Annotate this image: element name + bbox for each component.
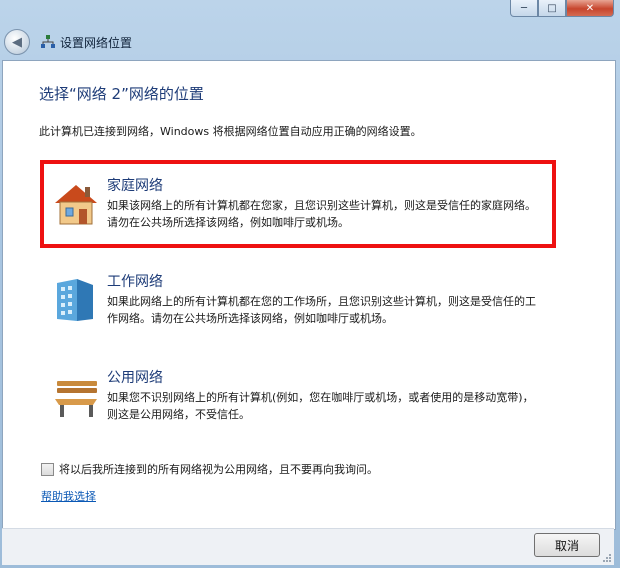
maximize-button[interactable]: □ <box>538 0 566 17</box>
option-home-network[interactable]: 家庭网络 如果该网络上的所有计算机都在您家，且您识别这些计算机，则这是受信任的家… <box>51 175 541 245</box>
back-button[interactable]: ◀ <box>4 29 30 55</box>
close-button[interactable]: ✕ <box>566 0 614 17</box>
option-title: 家庭网络 <box>107 178 163 194</box>
option-description: 如果该网络上的所有计算机都在您家，且您识别这些计算机，则这是受信任的家庭网络。请… <box>107 199 536 229</box>
caption-buttons: ─ □ ✕ <box>510 0 614 18</box>
option-title: 公用网络 <box>107 370 163 386</box>
option-description: 如果您不识别网络上的所有计算机(例如，您在咖啡厅或机场，或者使用的是移动宽带)，… <box>107 391 534 421</box>
dialog-footer: 取消 <box>2 528 614 565</box>
park-bench-icon <box>55 381 97 417</box>
help-me-choose-link[interactable]: 帮助我选择 <box>41 488 96 504</box>
page-heading: 选择“网络 2”网络的位置 <box>39 85 204 103</box>
option-work-network[interactable]: 工作网络 如果此网络上的所有计算机都在您的工作场所，且您识别这些计算机，则这是受… <box>51 271 541 341</box>
public-default-row: 将以后我所连接到的所有网络视为公用网络，且不要再向我询问。 <box>41 461 378 477</box>
public-default-checkbox[interactable] <box>41 462 54 476</box>
navigation-bar: ◀ 设置网络位置 <box>0 26 620 58</box>
resize-grip-icon[interactable] <box>602 553 612 563</box>
back-arrow-icon: ◀ <box>12 34 22 50</box>
network-icon <box>41 35 55 48</box>
window-frame: ─ □ ✕ ◀ 设置网络位置 选择“网络 2”网络的位置 此计算机已连接到网络，… <box>0 0 620 568</box>
public-default-label[interactable]: 将以后我所连接到的所有网络视为公用网络，且不要再向我询问。 <box>59 461 378 477</box>
intro-text: 此计算机已连接到网络，Windows 将根据网络位置自动应用正确的网络设置。 <box>39 125 422 138</box>
window-title: 设置网络位置 <box>60 35 133 50</box>
option-title: 工作网络 <box>107 274 163 290</box>
option-description: 如果此网络上的所有计算机都在您的工作场所，且您识别这些计算机，则这是受信任的工作… <box>107 295 536 325</box>
option-public-network[interactable]: 公用网络 如果您不识别网络上的所有计算机(例如，您在咖啡厅或机场，或者使用的是移… <box>51 367 541 437</box>
office-building-icon <box>57 279 93 321</box>
cancel-button[interactable]: 取消 <box>534 533 600 557</box>
minimize-button[interactable]: ─ <box>510 0 538 17</box>
house-icon <box>55 185 97 225</box>
content-panel: 选择“网络 2”网络的位置 此计算机已连接到网络，Windows 将根据网络位置… <box>2 60 616 530</box>
